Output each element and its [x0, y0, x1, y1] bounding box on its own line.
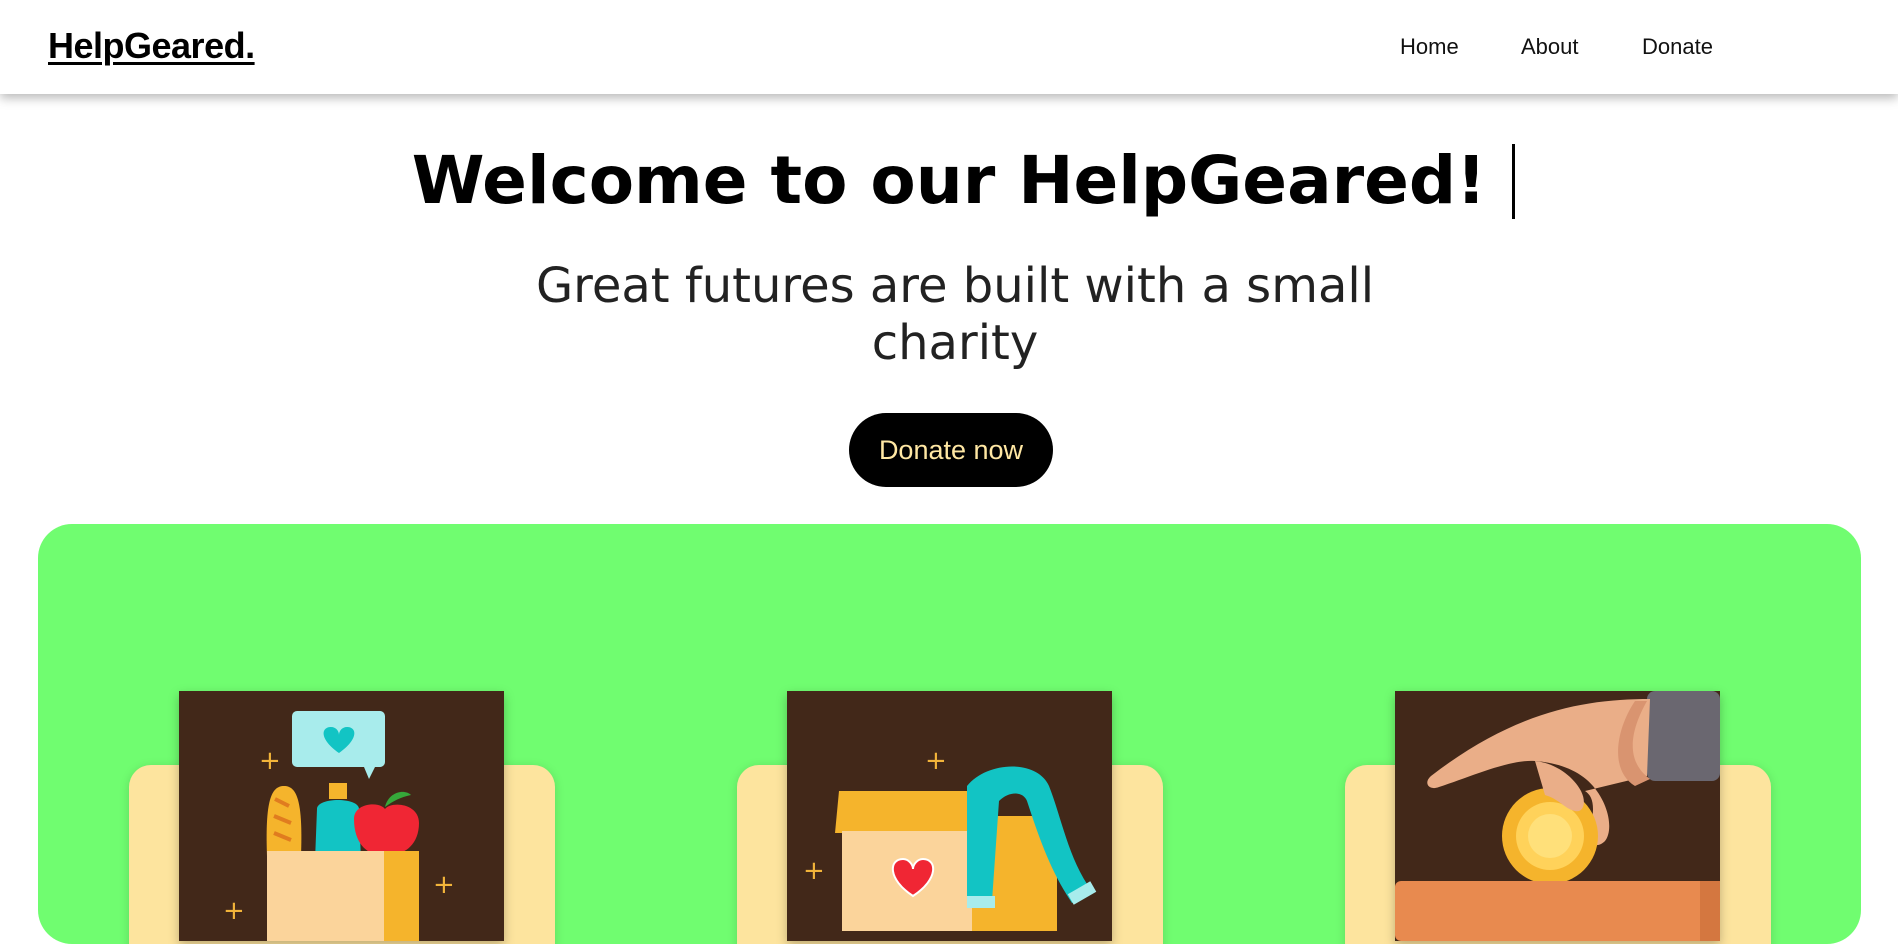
nav-about-link[interactable]: About	[1521, 34, 1579, 60]
svg-text:+: +	[925, 746, 947, 776]
svg-text:+: +	[223, 896, 245, 926]
svg-text:+: +	[433, 870, 455, 900]
navbar: HelpGeared. Home About Donate	[0, 0, 1898, 94]
grocery-bag-icon: + + +	[179, 691, 504, 941]
site-logo[interactable]: HelpGeared.	[48, 25, 255, 67]
donate-now-button[interactable]: Donate now	[849, 413, 1053, 487]
donation-box-icon: + +	[787, 691, 1112, 941]
svg-text:+: +	[259, 746, 281, 776]
nav-donate-link[interactable]: Donate	[1642, 34, 1713, 60]
coin-donation-icon	[1395, 691, 1720, 941]
hero-title: Welcome to our HelpGeared!	[411, 142, 1487, 219]
svg-text:+: +	[803, 856, 825, 886]
nav-home-link[interactable]: Home	[1400, 34, 1459, 60]
typing-cursor	[1512, 144, 1515, 219]
hero-subtitle: Great futures are built with a small cha…	[535, 258, 1375, 371]
features-panel: + + + + +	[38, 524, 1861, 944]
